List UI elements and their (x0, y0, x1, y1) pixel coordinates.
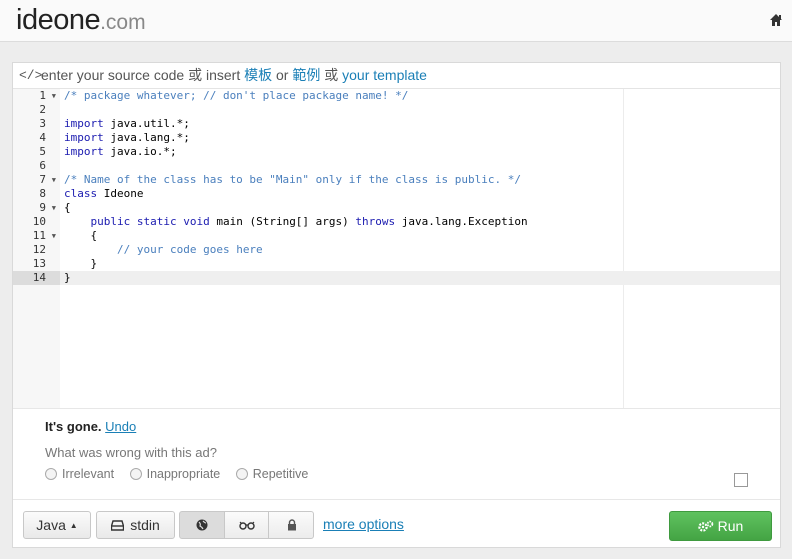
code-line-5: import java.io.*; (64, 145, 177, 158)
or-text-2: 或 (324, 67, 339, 83)
your-template-link[interactable]: your template (342, 67, 427, 83)
caret-up-icon: ▲ (69, 521, 78, 530)
panel-header: </> enter your source code 或 insert 模板 o… (13, 63, 780, 89)
more-options-link[interactable]: more options (323, 516, 404, 532)
template-link-1[interactable]: 模板 (244, 67, 272, 83)
visibility-toggle (179, 511, 314, 539)
code-line-3: import java.util.*; (64, 117, 190, 130)
ad-checkbox[interactable] (734, 473, 748, 487)
ad-options: Irrelevant Inappropriate Repetitive (45, 467, 320, 481)
editor-line-row: 6 (13, 159, 780, 173)
inbox-icon (111, 520, 125, 531)
source-panel: </> enter your source code 或 insert 模板 o… (12, 62, 781, 548)
code-line-9: { (64, 201, 71, 214)
prompt-text: enter your source code 或 insert (41, 67, 241, 83)
code-line-10: public static void main (String[] args) … (90, 215, 528, 228)
editor-toolbar: Java ▲ stdin more options Run (13, 499, 780, 549)
code-line-8: class Ideone (64, 187, 144, 200)
lock-icon (288, 519, 296, 531)
code-line-11: { (64, 229, 98, 242)
code-line-1: /* package whatever; // don't place pack… (64, 89, 409, 102)
gears-icon (697, 520, 714, 533)
editor-line-row: 2 (13, 103, 780, 117)
radio-icon[interactable] (45, 468, 57, 480)
code-editor[interactable]: 1 ▼ 2 3 4 5 6 7 ▼ 8 9 ▼ 10 11 ▼ 12 13 14 /* package whate… (13, 89, 780, 408)
radio-icon[interactable] (235, 468, 248, 480)
ad-option-inappropriate[interactable]: Inappropriate (129, 467, 220, 481)
ad-question: What was wrong with this ad? (45, 445, 217, 460)
private-toggle[interactable] (268, 511, 314, 539)
template-link-2[interactable]: 範例 (292, 67, 320, 83)
stdin-button[interactable]: stdin (96, 511, 175, 539)
top-bar: ideone.com (0, 0, 792, 42)
line-number-text: 6 (39, 159, 46, 172)
language-button[interactable]: Java ▲ (23, 511, 91, 539)
glasses-icon (239, 521, 255, 530)
or-text: or (276, 67, 289, 83)
code-line-12: // your code goes here (116, 243, 263, 256)
code-line-4: import java.lang.*; (64, 131, 190, 144)
ad-option-irrelevant[interactable]: Irrelevant (45, 467, 114, 481)
line-number: 2 (13, 103, 60, 117)
home-icon[interactable] (769, 13, 783, 27)
line-number: 6 (13, 159, 60, 173)
ad-option-repetitive[interactable]: Repetitive (235, 467, 308, 481)
logo[interactable]: ideone.com (16, 3, 146, 40)
globe-icon (196, 519, 208, 531)
radio-icon[interactable] (129, 468, 142, 480)
undo-link[interactable]: Undo (105, 419, 136, 434)
unlisted-toggle[interactable] (224, 511, 269, 539)
code-line-7: /* Name of the class has to be "Main" on… (64, 173, 521, 186)
code-line-14: } (64, 271, 71, 284)
code-icon: </> (19, 68, 43, 83)
public-toggle[interactable] (179, 511, 225, 539)
code-line-13: } (64, 257, 98, 270)
line-number-text: 2 (39, 103, 46, 116)
ad-gone-message: It's gone. Undo (45, 419, 137, 434)
ad-feedback: It's gone. Undo What was wrong with this… (13, 408, 780, 500)
run-button[interactable]: Run (669, 511, 772, 541)
